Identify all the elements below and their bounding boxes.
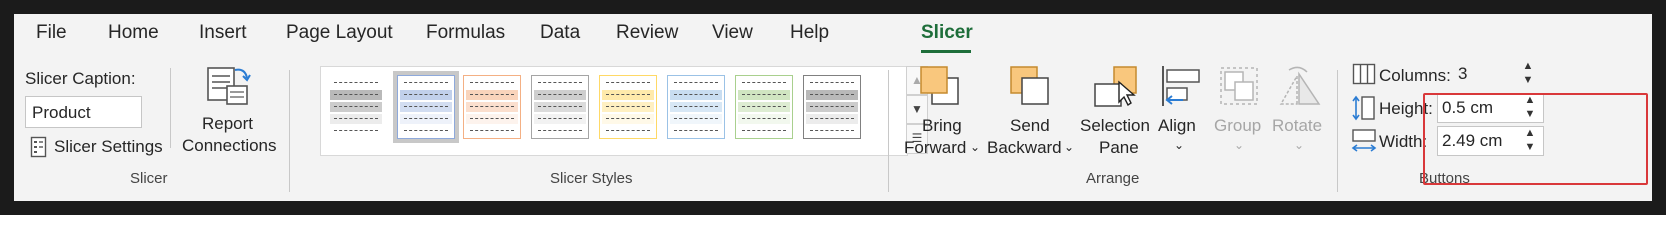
report-connections-button[interactable]: Report Connections xyxy=(175,60,280,160)
columns-icon xyxy=(1352,63,1376,85)
rotate-icon xyxy=(1279,66,1321,105)
align-icon xyxy=(1162,66,1200,106)
selection-pane-label-2: Pane xyxy=(1099,138,1139,157)
slicer-style-tile[interactable] xyxy=(735,75,793,139)
bring-forward-label-1: Bring xyxy=(922,116,962,135)
divider xyxy=(289,70,290,192)
bring-forward-icon xyxy=(920,66,959,105)
rotate-button[interactable]: Rotate ⌄ xyxy=(1269,60,1329,160)
align-label: Align xyxy=(1158,116,1196,135)
width-icon xyxy=(1351,129,1377,152)
tab-file[interactable]: File xyxy=(36,22,67,44)
report-connections-label-2: Connections xyxy=(182,136,277,155)
slicer-style-tile[interactable] xyxy=(393,71,459,143)
tab-view[interactable]: View xyxy=(712,22,753,44)
chevron-down-icon: ⌄ xyxy=(1294,138,1305,152)
chevron-down-icon: ⌄ xyxy=(970,140,981,154)
slicer-styles-gallery xyxy=(320,66,908,156)
tab-insert[interactable]: Insert xyxy=(199,22,247,44)
bring-forward-label-2: Forward xyxy=(904,138,967,157)
divider xyxy=(888,70,889,192)
slicer-settings-icon xyxy=(30,136,47,158)
group-label-arrange: Arrange xyxy=(1086,170,1140,187)
columns-label: Columns: xyxy=(1379,66,1451,85)
tab-help[interactable]: Help xyxy=(790,22,829,44)
columns-spin-down[interactable]: ▼ xyxy=(1521,75,1535,86)
slicer-settings-label: Slicer Settings xyxy=(54,137,163,156)
width-label: Width: xyxy=(1379,132,1428,151)
rotate-label: Rotate xyxy=(1272,116,1323,135)
tab-page-layout[interactable]: Page Layout xyxy=(286,22,393,44)
divider xyxy=(170,68,171,148)
height-icon xyxy=(1352,95,1375,121)
align-button[interactable]: Align ⌄ xyxy=(1155,60,1205,160)
tab-slicer[interactable]: Slicer xyxy=(921,22,973,44)
send-backward-button[interactable]: Send Backward ⌄ xyxy=(984,60,1076,160)
group-icon xyxy=(1220,67,1258,105)
slicer-settings-button[interactable]: Slicer Settings xyxy=(30,136,190,160)
selection-pane-label-1: Selection xyxy=(1080,116,1150,135)
tab-formulas[interactable]: Formulas xyxy=(426,22,505,44)
group-label-slicer: Slicer xyxy=(130,170,168,187)
selection-pane-icon xyxy=(1094,66,1137,107)
report-connections-icon xyxy=(207,67,251,105)
slicer-style-tile[interactable] xyxy=(463,75,521,139)
slicer-caption-label: Slicer Caption: xyxy=(25,69,136,88)
chevron-down-icon: ⌄ xyxy=(1064,140,1075,154)
highlight-box xyxy=(1423,93,1648,185)
tab-home[interactable]: Home xyxy=(108,22,159,44)
selection-pane-button[interactable]: Selection Pane xyxy=(1078,60,1154,160)
send-backward-icon xyxy=(1010,66,1049,105)
send-backward-label-1: Send xyxy=(1010,116,1050,135)
columns-spin-up[interactable]: ▲ xyxy=(1521,61,1535,72)
send-backward-label-2: Backward xyxy=(987,138,1062,157)
slicer-caption-input[interactable]: Product xyxy=(25,96,142,128)
slicer-style-tile[interactable] xyxy=(599,75,657,139)
chevron-down-icon: ⌄ xyxy=(1234,138,1245,152)
tab-review[interactable]: Review xyxy=(616,22,678,44)
tab-data[interactable]: Data xyxy=(540,22,580,44)
slicer-style-tile[interactable] xyxy=(667,75,725,139)
slicer-style-tile[interactable] xyxy=(531,75,589,139)
chevron-down-icon: ⌄ xyxy=(1174,138,1185,152)
bring-forward-button[interactable]: Bring Forward ⌄ xyxy=(898,60,980,160)
group-label: Group xyxy=(1214,116,1262,135)
group-label-slicer-styles: Slicer Styles xyxy=(550,170,633,187)
slicer-style-tile[interactable] xyxy=(327,75,385,139)
active-tab-indicator xyxy=(921,50,971,53)
group-button[interactable]: Group ⌄ xyxy=(1211,60,1267,160)
divider xyxy=(1337,70,1338,192)
slicer-style-tile[interactable] xyxy=(803,75,861,139)
report-connections-label-1: Report xyxy=(202,114,254,133)
